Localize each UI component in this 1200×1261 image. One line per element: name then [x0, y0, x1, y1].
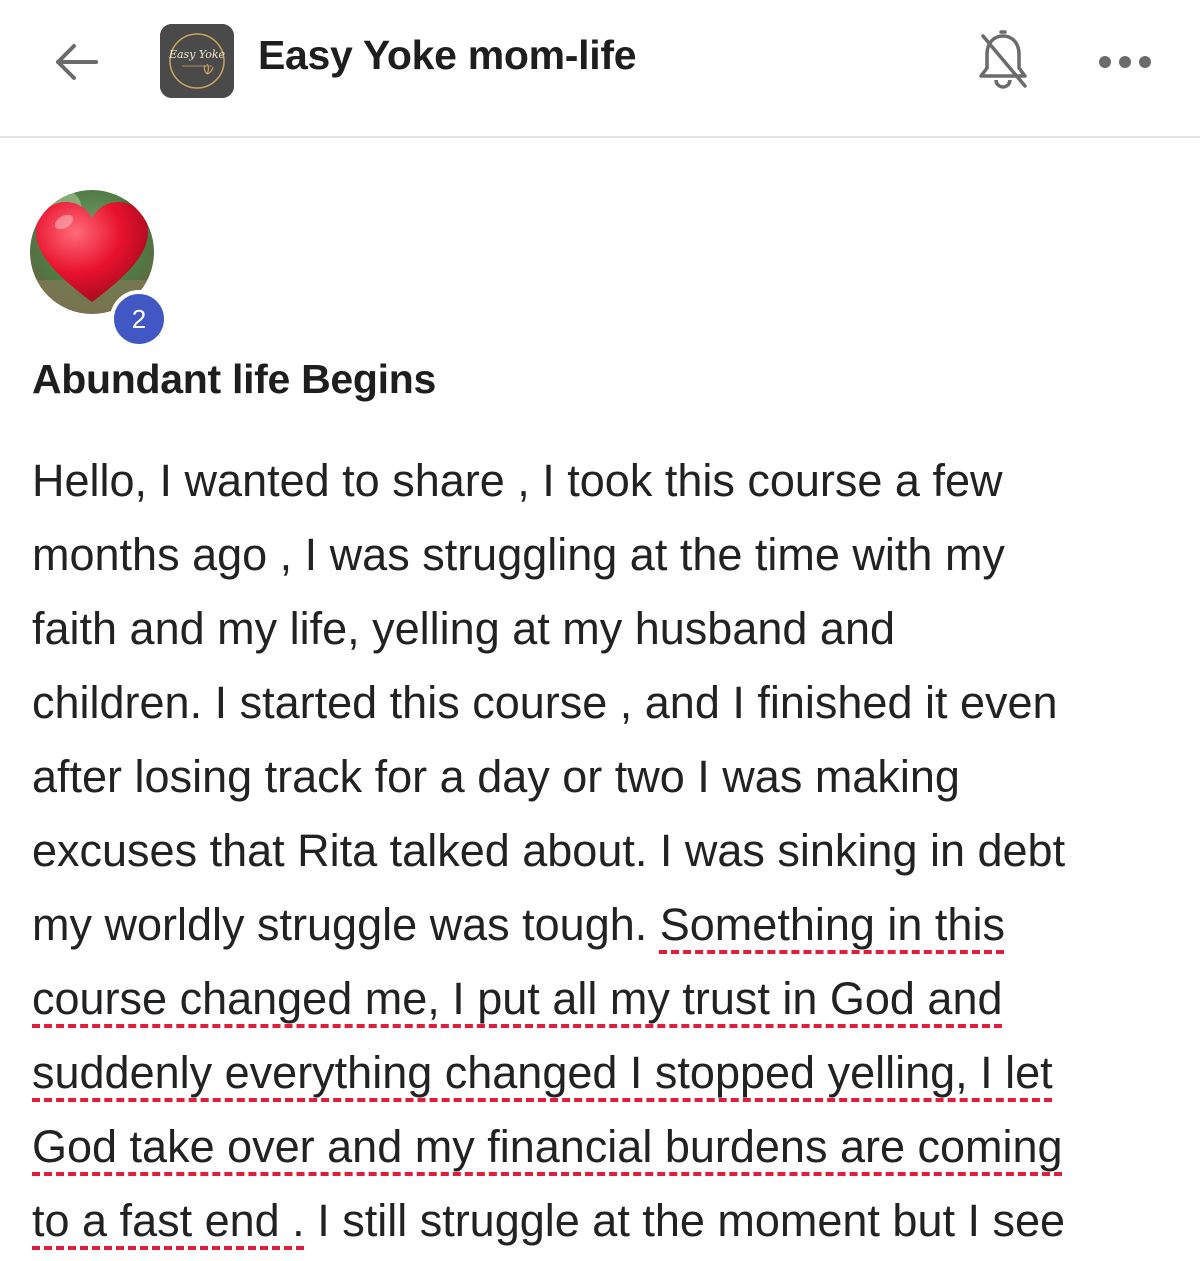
post-text: I still struggle at the moment but I see — [304, 1195, 1066, 1246]
bell-off-icon — [979, 30, 1027, 89]
post-text: after losing track for a day or two I wa… — [32, 751, 960, 802]
highlighted-text: Something in this — [659, 899, 1005, 950]
post-body-line: course changed me, I put all my trust in… — [32, 962, 1182, 1036]
post-body-line: excuses that Rita talked about. I was si… — [32, 814, 1182, 888]
highlighted-text: to a fast end . — [32, 1195, 305, 1246]
post-text: faith and my life, yelling at my husband… — [32, 603, 895, 654]
app-bar: Easy Yoke Easy Yoke mom-life — [0, 0, 1200, 138]
highlighted-text: God take over and my financial burdens a… — [32, 1121, 1063, 1172]
highlighted-text: suddenly everything changed I stopped ye… — [32, 1047, 1053, 1098]
mute-notifications-button[interactable] — [968, 26, 1038, 96]
reaction-count-badge: 2 — [110, 290, 168, 348]
group-logo-image: Easy Yoke — [160, 24, 234, 98]
more-options-button[interactable] — [1090, 30, 1160, 94]
highlighted-text: course changed me, I put all my trust in… — [32, 973, 1003, 1024]
post-body-line: faith and my life, yelling at my husband… — [32, 592, 1182, 666]
post-body-line: Hello, I wanted to share , I took this c… — [32, 444, 1182, 518]
post-text: months ago , I was struggling at the tim… — [32, 529, 1005, 580]
post-body-line: suddenly everything changed I stopped ye… — [32, 1036, 1182, 1110]
post-text: Hello, I wanted to share , I took this c… — [32, 455, 1003, 506]
post-body: Hello, I wanted to share , I took this c… — [32, 444, 1182, 1258]
back-button[interactable] — [44, 30, 108, 94]
group-title[interactable]: Easy Yoke mom-life — [258, 32, 637, 79]
post-body-line: God take over and my financial burdens a… — [32, 1110, 1182, 1184]
post-text: excuses that Rita talked about. I was si… — [32, 825, 1066, 876]
post-text: children. I started this course , and I … — [32, 677, 1058, 728]
post-body-line: after losing track for a day or two I wa… — [32, 740, 1182, 814]
post-body-line: to a fast end . I still struggle at the … — [32, 1184, 1182, 1258]
post-text: my worldly struggle was tough. — [32, 899, 660, 950]
group-logo-text: Easy Yoke — [168, 48, 226, 61]
group-logo[interactable]: Easy Yoke — [160, 24, 234, 98]
post-body-line: months ago , I was struggling at the tim… — [32, 518, 1182, 592]
post-body-line: my worldly struggle was tough. Something… — [32, 888, 1182, 962]
arrow-left-icon — [56, 44, 98, 80]
post-body-line: children. I started this course , and I … — [32, 666, 1182, 740]
post-title: Abundant life Begins — [32, 356, 437, 402]
post-author[interactable]: 2 — [30, 190, 170, 348]
more-horizontal-icon — [1099, 56, 1151, 68]
